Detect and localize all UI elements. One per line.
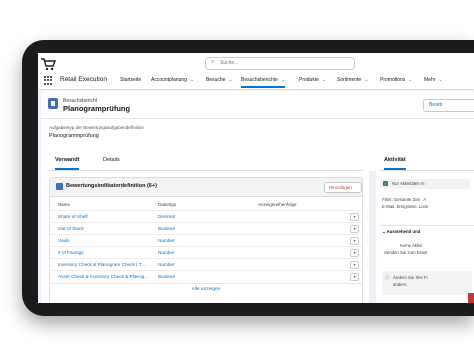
chevron-down-icon[interactable]: ⌄ — [190, 77, 194, 83]
global-search-input[interactable]: ⌕ Suche... — [205, 57, 355, 70]
no-activities-hint: Senden Sie zum Einsti — [384, 250, 428, 255]
notification-tab[interactable] — [468, 293, 474, 303]
row-actions-chevron-icon[interactable]: ▾ — [350, 249, 359, 257]
chevron-down-icon[interactable]: ⌄ — [438, 77, 442, 83]
row-datatype: Boolean — [158, 274, 176, 279]
row-name-link[interactable]: Share of Shelf — [58, 214, 88, 219]
view-all-link[interactable]: Alle anzeigen — [50, 287, 362, 292]
row-actions-chevron-icon[interactable]: ▾ — [350, 225, 359, 233]
app-name: Retail Execution — [60, 76, 107, 83]
nav-item-startseite[interactable]: Startseite — [120, 77, 141, 83]
upcoming-section-header[interactable]: ⌄ Ausstehend und — [380, 225, 474, 236]
activity-card: Aktivität ✓ Nur Aktivitäten m Filter: Ge… — [376, 151, 474, 303]
upcoming-section-label: ⌄ Ausstehend und — [382, 229, 421, 234]
info-text-line1: Ändern Sie Ihre Fi — [393, 275, 428, 280]
global-header: ⌕ Suche... — [38, 53, 474, 71]
related-list: Bewertungsindikatordefinition (6+) Hinzu… — [49, 177, 363, 303]
row-actions-chevron-icon[interactable]: ▾ — [350, 213, 359, 221]
add-button[interactable]: Hinzufügen — [324, 182, 362, 193]
nav-item-produkte[interactable]: Produkte ⌄ — [299, 77, 326, 83]
search-placeholder: Suche... — [220, 60, 239, 66]
nav-item-mehr[interactable]: Mehr ⌄ — [424, 77, 443, 83]
row-actions-chevron-icon[interactable]: ▾ — [350, 237, 359, 245]
column-header-display-order[interactable]: Anzeigereihenfolge — [258, 202, 297, 207]
row-name-link[interactable]: Voids — [58, 238, 69, 243]
column-header-datatype[interactable]: Datentyp — [158, 202, 176, 207]
nav-item-accountplanung[interactable]: Accountplanung ⌄ — [151, 77, 194, 83]
chevron-down-icon[interactable]: ⌄ — [228, 77, 232, 83]
tab-divider — [380, 170, 474, 171]
search-icon: ⌕ — [211, 59, 215, 65]
chevron-down-icon[interactable]: ⌄ — [281, 77, 285, 83]
app-nav-bar: Retail Execution Startseite Accountplanu… — [38, 71, 474, 90]
filter-summary: Filter: Gesamte Zeit · A — [382, 197, 427, 202]
visit-report-icon — [48, 98, 58, 109]
related-list-header: Bewertungsindikatordefinition (6+) Hinzu… — [50, 178, 362, 197]
nav-item-besuche[interactable]: Besuche ⌄ — [206, 77, 233, 83]
tab-divider — [47, 170, 363, 171]
record-title: Planogramprüfung — [63, 104, 131, 113]
no-activities-text: Keine Aktivi — [400, 243, 423, 248]
row-name-link[interactable]: Inventory Check & Planogram Check ( T... — [58, 262, 145, 267]
nav-item-besuchsberichte[interactable]: Besuchsberichte ⌄ — [241, 77, 286, 88]
info-icon: ⓘ — [385, 275, 390, 280]
tab-details[interactable]: Details — [103, 157, 120, 163]
chevron-down-icon[interactable]: ⌄ — [408, 77, 412, 83]
row-datatype: Number — [158, 250, 175, 255]
row-actions-chevron-icon[interactable]: ▾ — [350, 273, 359, 281]
tab-activity[interactable]: Aktivität — [384, 157, 406, 170]
tab-verwandt[interactable]: Verwandt — [55, 157, 80, 170]
row-datatype: Decimal — [158, 214, 175, 219]
nav-item-sortimente[interactable]: Sortimente ⌄ — [337, 77, 368, 83]
row-name-link[interactable]: # of Facings — [58, 250, 84, 255]
related-list-title[interactable]: Bewertungsindikatordefinition (6+) — [66, 183, 157, 189]
field-value: Planogrammprüfung — [49, 133, 99, 139]
divider — [41, 118, 474, 119]
checkbox-checked-icon[interactable]: ✓ — [383, 181, 388, 186]
activity-filter-toggle[interactable]: ✓ Nur Aktivitäten m — [380, 179, 470, 189]
divider — [50, 283, 362, 284]
info-text-line2: ändern. — [393, 282, 408, 287]
filter-summary-types: E-Mail, Ereignisse, Liste — [382, 204, 429, 209]
chevron-down-icon[interactable]: ⌄ — [322, 77, 326, 83]
row-datatype: Number — [158, 262, 175, 267]
shopping-cart-icon — [41, 58, 56, 71]
field-label: Aufgabentyp der Bewertungsaufgabendefini… — [49, 125, 144, 130]
only-activities-label: Nur Aktivitäten m — [392, 181, 425, 186]
table-row: Asset Check & Inventory Check & Planog..… — [50, 270, 362, 283]
column-header-name[interactable]: Name — [58, 202, 70, 207]
app-screen: ⌕ Suche... Retail Execution Startseite A… — [38, 53, 474, 303]
related-card: Verwandt Details Bewertungsindikatordefi… — [41, 151, 369, 303]
app-launcher-icon[interactable] — [44, 76, 53, 85]
nav-item-promotions[interactable]: Promotions ⌄ — [380, 77, 413, 83]
row-name-link[interactable]: Out of Stock — [58, 226, 84, 231]
edit-button[interactable]: Bearb — [423, 99, 474, 112]
row-actions-chevron-icon[interactable]: ▾ — [350, 261, 359, 269]
row-datatype: Number — [158, 238, 175, 243]
indicator-definition-icon — [56, 183, 63, 190]
filter-info-box: ⓘ Ändern Sie Ihre Fi ändern. — [382, 271, 472, 295]
chevron-down-icon[interactable]: ⌄ — [364, 77, 368, 83]
row-datatype: Boolean — [158, 226, 176, 231]
row-name-link[interactable]: Asset Check & Inventory Check & Planog..… — [58, 274, 148, 279]
